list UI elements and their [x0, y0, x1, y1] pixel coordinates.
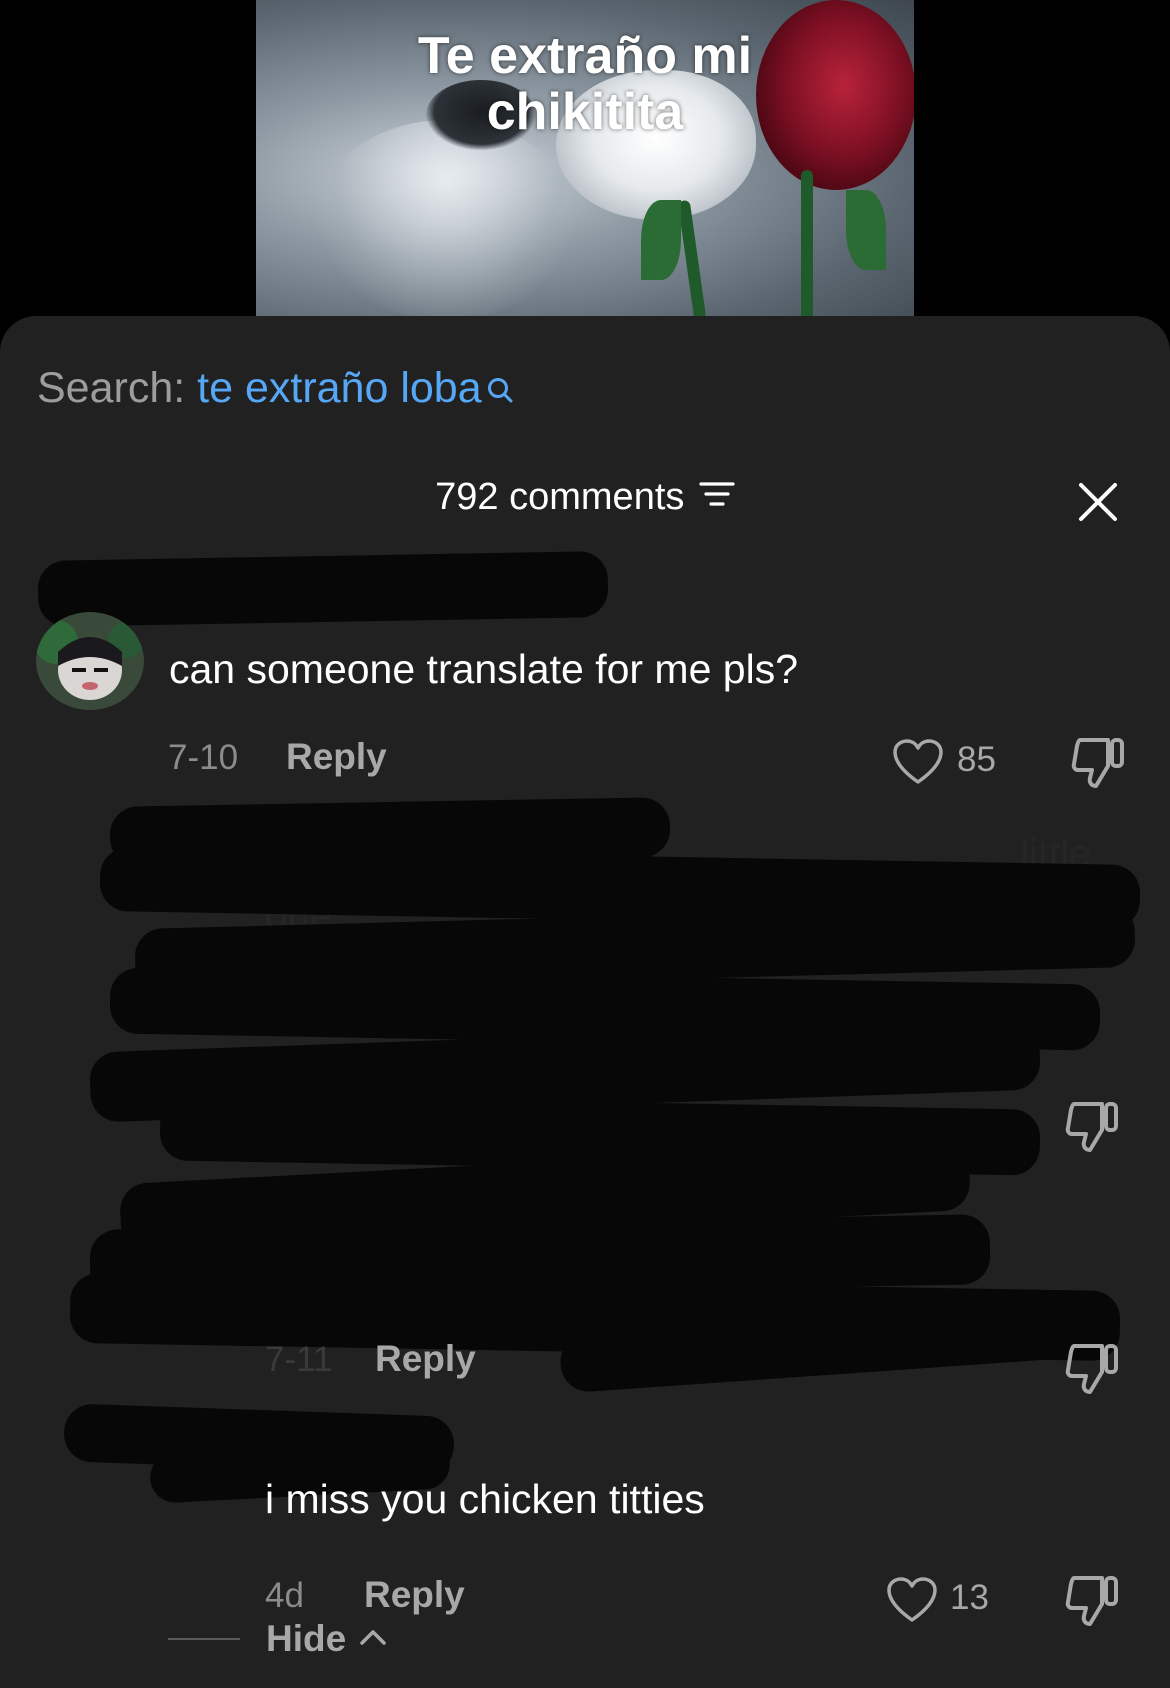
thread-divider: [168, 1638, 240, 1640]
search-label: Search:: [37, 364, 186, 412]
reply-button[interactable]: Reply: [364, 1574, 465, 1616]
reply-button[interactable]: Reply: [375, 1338, 476, 1380]
comments-header: 792 comments: [0, 476, 1170, 526]
dislike-icon[interactable]: [1064, 1100, 1120, 1159]
username-redaction: [37, 551, 609, 627]
dislike-icon[interactable]: [1064, 1342, 1120, 1401]
dislike-icon[interactable]: [1070, 736, 1126, 795]
video-caption: Te extraño mi chikitita: [417, 27, 753, 141]
search-icon[interactable]: [486, 368, 516, 417]
rose-leaf: [641, 200, 681, 280]
like-count: 85: [957, 740, 996, 779]
hide-replies-button[interactable]: Hide: [168, 1618, 387, 1660]
comment-text: i miss you chicken titties: [265, 1476, 705, 1522]
rose-leaf: [846, 190, 886, 270]
hide-label: Hide: [266, 1618, 347, 1659]
avatar[interactable]: [36, 612, 144, 710]
comment-date: 4d: [265, 1576, 304, 1615]
dislike-icon[interactable]: [1064, 1574, 1120, 1633]
heart-icon[interactable]: [886, 1576, 938, 1629]
comment-date: 7-10: [168, 738, 239, 777]
comment-text: can someone translate for me pls?: [169, 646, 798, 692]
like-count: 13: [950, 1578, 989, 1617]
video-preview[interactable]: Te extraño mi chikitita: [256, 0, 914, 316]
wolf-fur: [316, 120, 576, 316]
comment-date: 7-11: [265, 1340, 333, 1379]
rose-stem: [801, 170, 813, 316]
search-suggestion[interactable]: Search: te extraño loba: [37, 364, 516, 417]
comments-sheet: Search: te extraño loba 792 comments can…: [0, 316, 1170, 1688]
rose-stem: [677, 199, 707, 316]
reply-button[interactable]: Reply: [286, 736, 387, 778]
search-query[interactable]: te extraño loba: [197, 364, 481, 412]
filter-icon[interactable]: [699, 480, 735, 515]
heart-icon[interactable]: [892, 738, 944, 791]
close-icon[interactable]: [1078, 482, 1118, 527]
comment-count: 792 comments: [435, 476, 685, 518]
chevron-up-icon: [359, 1627, 387, 1652]
